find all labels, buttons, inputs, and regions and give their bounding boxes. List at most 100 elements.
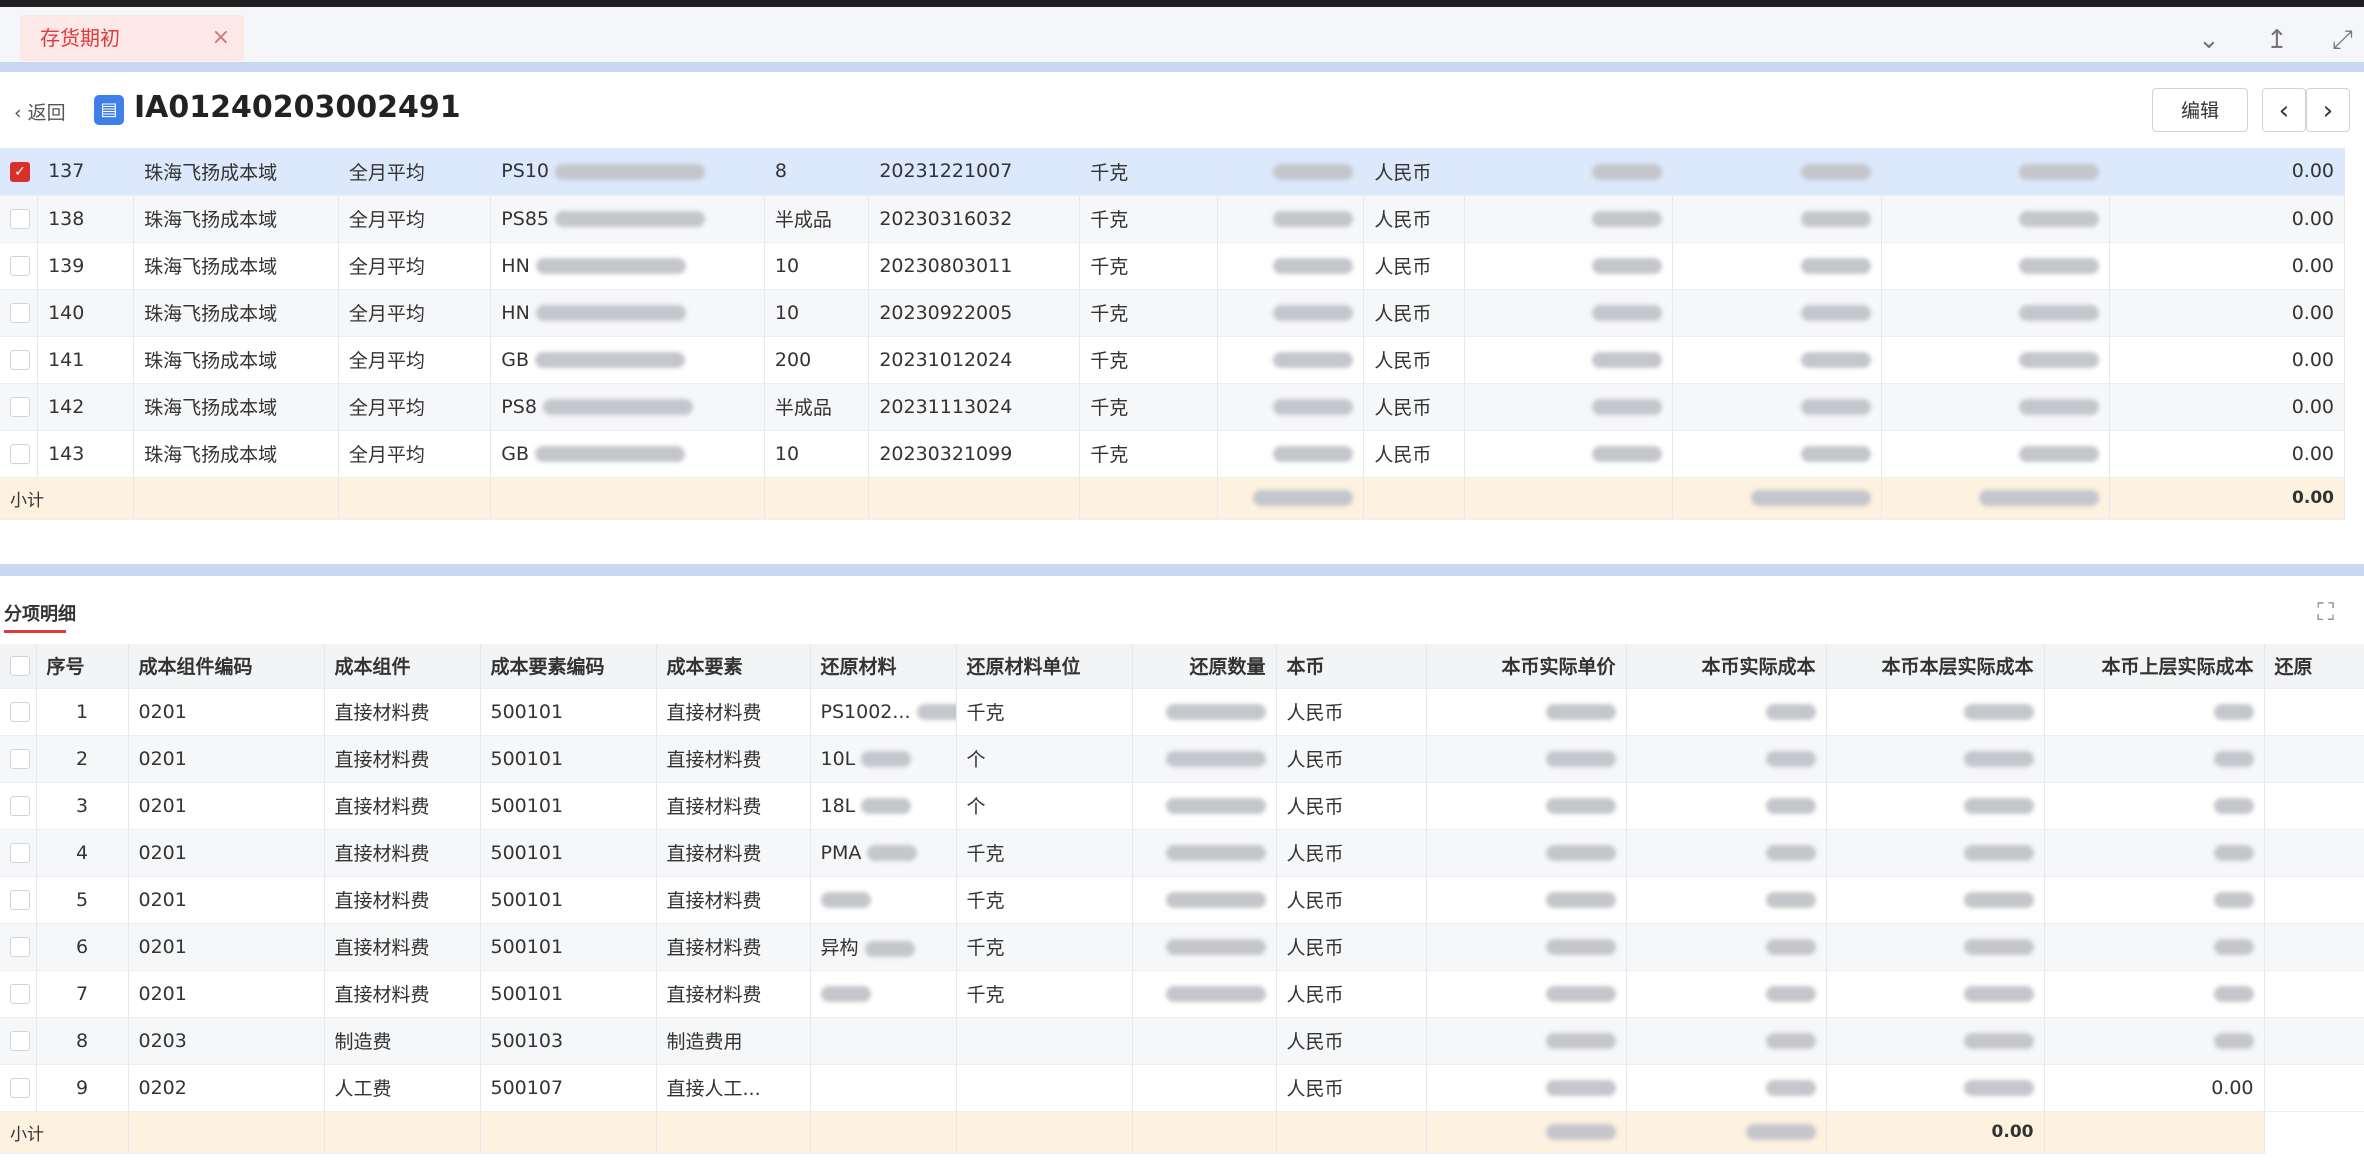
cost-domain-cell: 珠海飞扬成本域: [133, 242, 339, 290]
table-row[interactable]: 140 珠海飞扬成本域 全月平均 HN 10 20230922005 千克 人民币 0.00: [0, 289, 2346, 337]
currency-cell: 人民币: [1363, 242, 1465, 290]
table-row[interactable]: ✓ 137 珠海飞扬成本域 全月平均 PS10 8 20231221007 千克 人民币 0.0…: [0, 148, 2346, 196]
checkbox-cell[interactable]: [0, 336, 39, 384]
checkbox-cell[interactable]: [0, 383, 39, 431]
row-checkbox[interactable]: [10, 350, 30, 370]
checkbox-cell[interactable]: ✓: [0, 148, 39, 196]
actual-cost-cell: [1672, 383, 1883, 431]
row-checkbox[interactable]: [10, 444, 30, 464]
masked-value: [1545, 1080, 1616, 1096]
checkbox-cell[interactable]: [0, 876, 37, 924]
material-code-cell: GB: [490, 430, 765, 478]
upload-icon[interactable]: ↥: [2266, 25, 2288, 55]
row-checkbox[interactable]: [10, 937, 30, 957]
column-header[interactable]: 成本要素: [656, 644, 811, 689]
row-checkbox[interactable]: ✓: [10, 161, 30, 182]
row-checkbox[interactable]: [10, 256, 30, 276]
checkbox-cell[interactable]: [0, 923, 37, 971]
table-row[interactable]: 4 0201 直接材料费 500101 直接材料费 PMA 千克 人民币: [0, 829, 2364, 877]
row-checkbox[interactable]: [10, 209, 30, 229]
next-record-button[interactable]: ›: [2306, 88, 2350, 132]
row-checkbox[interactable]: [10, 303, 30, 323]
checkbox-cell[interactable]: [0, 735, 37, 783]
table-row[interactable]: 6 0201 直接材料费 500101 直接材料费 异构 千克 人民币: [0, 923, 2364, 971]
column-header-label: 还原: [2274, 656, 2313, 679]
fullscreen-icon[interactable]: ⤢: [2332, 25, 2353, 55]
column-header[interactable]: 还原: [2264, 644, 2364, 689]
material-unit: 个: [966, 749, 986, 771]
layer-cost-cell: [1881, 430, 2110, 478]
table-row[interactable]: 143 珠海飞扬成本域 全月平均 GB 10 20230321099 千克 人民币 0.00: [0, 430, 2346, 478]
table-row[interactable]: 142 珠海飞扬成本域 全月平均 PS8 半成品 20231113024 千克 人民币 0.0…: [0, 383, 2346, 431]
row-checkbox[interactable]: [10, 397, 30, 417]
checkbox-cell[interactable]: [0, 829, 37, 877]
back-link[interactable]: ‹ 返回: [14, 98, 66, 125]
material-unit-cell: 千克: [956, 829, 1133, 877]
checkbox-cell[interactable]: [0, 289, 39, 337]
column-header[interactable]: 还原材料: [810, 644, 957, 689]
row-checkbox[interactable]: [10, 796, 30, 816]
checkbox-cell[interactable]: [0, 970, 37, 1018]
column-header[interactable]: 本币: [1276, 644, 1427, 689]
masked-value: [1545, 845, 1616, 861]
table-row[interactable]: 2 0201 直接材料费 500101 直接材料费 10L 个 人民币: [0, 735, 2364, 783]
upper-cost-cell: 0.00: [2109, 336, 2346, 384]
cost-domain: 珠海飞扬成本域: [144, 350, 278, 372]
currency-cell: 人民币: [1276, 970, 1427, 1018]
table-row[interactable]: 3 0201 直接材料费 500101 直接材料费 18L 个 人民币: [0, 782, 2364, 830]
column-header[interactable]: 本币实际成本: [1626, 644, 1827, 689]
subtotal-empty-cell: [1363, 477, 1465, 520]
column-header[interactable]: 本币本层实际成本: [1826, 644, 2045, 689]
prev-record-button[interactable]: ‹: [2262, 88, 2306, 132]
column-header[interactable]: 还原数量: [1132, 644, 1277, 689]
table-row[interactable]: 7 0201 直接材料费 500101 直接材料费 千克 人民币: [0, 970, 2364, 1018]
table-row[interactable]: 8 0203 制造费 500103 制造费用 人民币: [0, 1017, 2364, 1065]
column-header[interactable]: 成本组件: [324, 644, 481, 689]
component-code-cell: 0201: [128, 923, 325, 971]
column-header[interactable]: 成本组件编码: [128, 644, 325, 689]
checkbox-cell[interactable]: [0, 195, 39, 243]
row-checkbox[interactable]: [10, 984, 30, 1004]
material-code-cell: HN: [490, 289, 765, 337]
checkbox-cell[interactable]: [0, 430, 39, 478]
actual-cost-cell: [1626, 923, 1827, 971]
element-code: 500101: [490, 700, 564, 723]
column-header[interactable]: 本币实际单价: [1426, 644, 1627, 689]
masked-value: [1253, 490, 1354, 506]
table-row[interactable]: 141 珠海飞扬成本域 全月平均 GB 200 20231012024 千克 人民币 0.00: [0, 336, 2346, 384]
checkbox-cell[interactable]: [0, 1017, 37, 1065]
select-all-checkbox[interactable]: [10, 656, 30, 677]
table-row[interactable]: 9 0202 人工费 500107 直接人工... 人民币 0.00: [0, 1064, 2364, 1112]
edit-button[interactable]: 编辑: [2152, 88, 2248, 132]
component-code: 0201: [138, 982, 187, 1005]
table-row[interactable]: 1 0201 直接材料费 500101 直接材料费 PS1002... 千克 人民币: [0, 688, 2364, 736]
element: 制造费用: [666, 1031, 743, 1053]
checkbox-cell[interactable]: [0, 1064, 37, 1112]
column-header[interactable]: 还原材料单位: [956, 644, 1133, 689]
dropdown-icon[interactable]: ⌄: [2198, 25, 2220, 55]
row-checkbox[interactable]: [10, 1078, 30, 1098]
row-checkbox[interactable]: [10, 702, 30, 722]
expand-icon[interactable]: ⛶: [2317, 598, 2334, 626]
table-row[interactable]: 138 珠海飞扬成本域 全月平均 PS85 半成品 20230316032 千克 人民币 0.…: [0, 195, 2346, 243]
masked-value: [820, 986, 871, 1002]
row-checkbox[interactable]: [10, 749, 30, 769]
component-code-cell: 0201: [128, 829, 325, 877]
column-header[interactable]: 本币上层实际成本: [2044, 644, 2265, 689]
tab-inventory-opening[interactable]: 存货期初 ×: [20, 15, 244, 61]
checkbox-cell[interactable]: [0, 782, 37, 830]
row-checkbox[interactable]: [10, 890, 30, 910]
table-row[interactable]: 5 0201 直接材料费 500101 直接材料费 千克 人民币: [0, 876, 2364, 924]
valuation-method-cell: 全月平均: [338, 430, 492, 478]
row-checkbox[interactable]: [10, 1031, 30, 1051]
tab-close-icon[interactable]: ×: [212, 15, 230, 61]
table-row[interactable]: 139 珠海飞扬成本域 全月平均 HN 10 20230803011 千克 人民币 0.00: [0, 242, 2346, 290]
column-header[interactable]: 序号: [36, 644, 129, 689]
row-checkbox[interactable]: [10, 843, 30, 863]
checkbox-cell[interactable]: [0, 688, 37, 736]
header-checkbox-cell[interactable]: [0, 644, 37, 689]
upper-cost-cell: [2044, 735, 2265, 783]
masked-value: [1592, 258, 1663, 274]
checkbox-cell[interactable]: [0, 242, 39, 290]
column-header[interactable]: 成本要素编码: [480, 644, 657, 689]
